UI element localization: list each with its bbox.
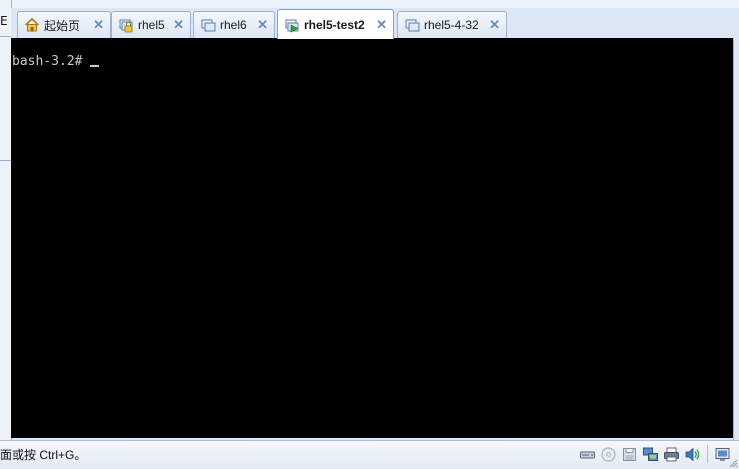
close-icon[interactable]: ✕	[376, 17, 387, 33]
tab-rhel5-4-32[interactable]: rhel5-4-32 ✕	[397, 11, 507, 38]
hard-disk-icon[interactable]	[579, 446, 596, 463]
tab-rhel6[interactable]: rhel6 ✕	[193, 11, 275, 38]
network-icon[interactable]	[642, 446, 659, 463]
vm-icon	[405, 19, 420, 32]
tab-label: rhel5-test2	[304, 17, 365, 32]
sidebar-glyph: E	[0, 14, 8, 28]
floppy-icon[interactable]	[621, 446, 638, 463]
text-cursor	[90, 65, 100, 67]
vm-running-icon	[285, 19, 299, 32]
vm-tab-bar: 起始页 ✕ rhel5 ✕ rhel6 ✕ rhel5-test2 ✕ rhel…	[11, 8, 739, 39]
resize-grip-icon[interactable]	[728, 458, 738, 468]
tab-label: rhel5	[138, 18, 165, 32]
close-icon[interactable]: ✕	[173, 17, 184, 33]
status-divider	[707, 445, 708, 463]
tab-rhel5[interactable]: rhel5 ✕	[111, 11, 191, 38]
sound-icon[interactable]	[684, 446, 701, 463]
console-prompt-line: bash-3.2#	[12, 54, 100, 69]
console-prompt: bash-3.2#	[12, 54, 83, 69]
status-hint-text: 面或按 Ctrl+G。	[0, 448, 87, 462]
close-icon[interactable]: ✕	[93, 17, 104, 33]
vm-icon	[201, 19, 216, 32]
tab-rhel5-test2[interactable]: rhel5-test2 ✕	[277, 9, 394, 39]
tab-label: rhel5-4-32	[424, 18, 479, 32]
tab-home[interactable]: 起始页 ✕	[17, 11, 111, 38]
window-top-strip	[0, 0, 739, 8]
cd-rom-icon[interactable]	[600, 446, 617, 463]
device-status-icons	[579, 445, 731, 463]
status-bar: 面或按 Ctrl+G。	[0, 440, 739, 469]
vm-console[interactable]: bash-3.2#	[11, 38, 733, 438]
sidebar-divider	[0, 36, 11, 37]
vm-locked-icon	[119, 19, 133, 33]
sidebar-divider	[0, 160, 11, 161]
printer-icon[interactable]	[663, 446, 680, 463]
home-icon	[24, 17, 40, 32]
close-icon[interactable]: ✕	[257, 17, 268, 33]
right-edge-border	[733, 38, 739, 440]
tab-label: 起始页	[44, 18, 81, 33]
tab-label: rhel6	[220, 18, 247, 32]
close-icon[interactable]: ✕	[489, 17, 500, 33]
